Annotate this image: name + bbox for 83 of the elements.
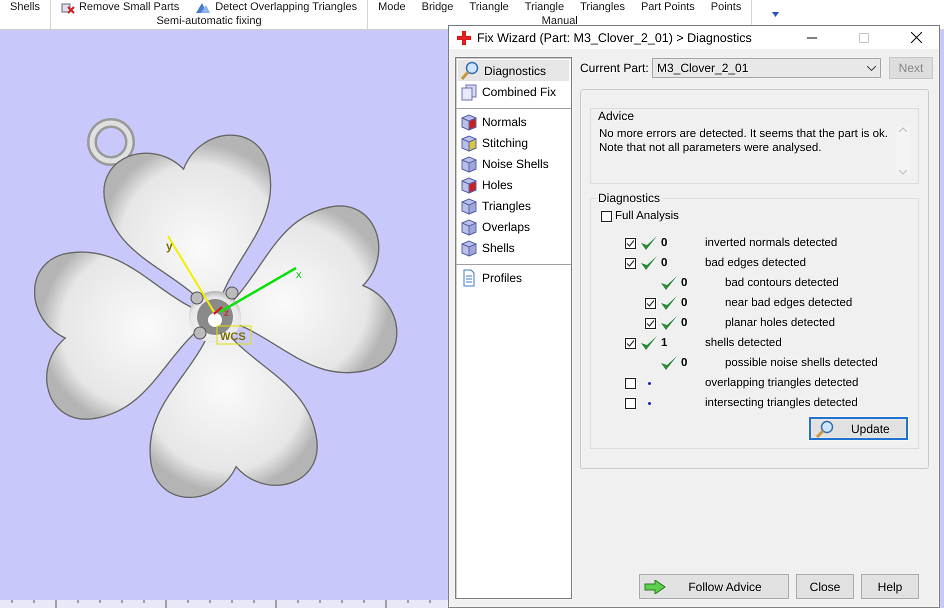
checkbox[interactable] <box>625 258 636 268</box>
checkbox[interactable] <box>601 210 612 222</box>
diagnostic-label: overlapping triangles detected <box>705 377 858 389</box>
checkbox-label: Full Analysis <box>615 210 679 222</box>
cube-icon <box>460 238 478 256</box>
ribbon-button[interactable]: Triangle <box>469 1 509 14</box>
chevron-up-icon <box>899 127 907 132</box>
wizard-step[interactable]: Triangles <box>458 195 569 216</box>
scrollbar[interactable] <box>896 127 910 175</box>
wizard-step[interactable]: Noise Shells <box>458 153 569 174</box>
wizard-step[interactable]: Normals <box>458 111 569 132</box>
follow-advice-button[interactable]: Follow Advice <box>639 574 789 599</box>
diagnostic-label: possible noise shells detected <box>725 357 878 369</box>
clover-model-drawing[interactable] <box>34 118 398 498</box>
cube-cross-icon <box>60 2 75 14</box>
count-value: 0 <box>681 357 688 369</box>
ribbon-button[interactable]: Mode <box>378 1 406 14</box>
count-value: 0 <box>681 317 688 329</box>
dialog-button[interactable]: Help <box>861 574 919 599</box>
ribbon-button[interactable]: Shells <box>10 1 40 14</box>
cross-icon <box>457 30 471 44</box>
ribbon-button[interactable]: Detect Overlapping Triangles <box>195 1 358 14</box>
wizard-step[interactable]: Stitching <box>458 132 569 153</box>
cube-icon <box>460 134 478 152</box>
update-button[interactable]: Update <box>809 417 908 440</box>
minimize-icon <box>807 36 817 38</box>
current-part-dropdown[interactable]: M3_Clover_2_01 <box>652 58 881 78</box>
axis-label: z <box>224 308 229 319</box>
chevron-down-icon <box>867 66 876 70</box>
ribbon-button[interactable]: Triangles <box>580 1 625 14</box>
cube-icon <box>460 218 478 236</box>
checkbox[interactable] <box>645 298 656 308</box>
checkbox[interactable] <box>645 318 656 328</box>
count-value: 0 <box>681 277 688 289</box>
checkbox[interactable] <box>625 398 636 408</box>
count-value: 0 <box>661 257 668 269</box>
diagnostic-label: intersecting triangles detected <box>705 397 858 409</box>
magnifier-icon <box>460 60 480 80</box>
wizard-step[interactable]: Profiles <box>458 267 569 288</box>
wcs-tag: WCS <box>216 326 252 344</box>
maximize-icon <box>859 32 869 42</box>
ribbon-button[interactable]: Part Points <box>640 1 695 14</box>
ribbon-group-label: Manual <box>542 15 578 28</box>
diagnostic-label: shells detected <box>705 337 782 349</box>
diagnostic-label: inverted normals detected <box>705 237 838 249</box>
advice-text: No more errors are detected. It seems that the part is ok. Note that not all parameters were analysed. <box>599 127 889 156</box>
chevron-down-icon <box>899 170 907 175</box>
checkbox[interactable] <box>625 238 636 248</box>
diagnostic-label: planar holes detected <box>725 317 835 329</box>
checkbox[interactable] <box>625 338 636 348</box>
triangles-icon <box>195 2 212 14</box>
count-value: 0 <box>681 297 688 309</box>
wizard-step[interactable]: Holes <box>458 174 569 195</box>
expand-caret-icon[interactable] <box>772 12 780 17</box>
ribbon-button[interactable]: Remove Small Parts <box>60 1 180 14</box>
wizard-step[interactable]: Shells <box>458 237 569 258</box>
diagnostic-label: bad edges detected <box>705 257 806 269</box>
magnifier-icon <box>815 420 835 438</box>
group-title: Advice <box>596 109 636 123</box>
cube-icon <box>460 154 478 172</box>
wizard-step[interactable]: Overlaps <box>458 216 569 237</box>
close-icon <box>910 32 922 43</box>
window-title: Fix Wizard (Part: M3_Clover_2_01) > Diagnostics <box>477 30 753 44</box>
axis-label: x <box>296 269 302 281</box>
ribbon-button[interactable]: Triangle <box>524 1 564 14</box>
diagnostic-label: near bad edges detected <box>725 297 852 309</box>
arrow-right-icon <box>644 580 666 594</box>
count-value: 1 <box>661 337 668 349</box>
group-title: Diagnostics <box>596 191 662 205</box>
wizard-step[interactable]: Combined Fix <box>458 81 569 102</box>
diagnostic-label: bad contours detected <box>725 277 839 289</box>
ribbon-button[interactable]: Bridge <box>422 1 454 14</box>
ribbon-button[interactable]: Points <box>710 1 742 14</box>
cube-icon <box>460 196 478 214</box>
wizard-step[interactable]: Diagnostics <box>458 60 569 81</box>
count-value: 0 <box>661 237 668 249</box>
axis-label: y <box>166 239 173 253</box>
cube-icon <box>460 112 478 130</box>
checkbox[interactable] <box>625 378 636 388</box>
ribbon-group-label: Semi-automatic fixing <box>156 15 262 28</box>
stacked-pages-icon <box>460 82 478 100</box>
dialog-button[interactable]: Close <box>796 574 854 599</box>
cube-icon <box>460 176 478 194</box>
